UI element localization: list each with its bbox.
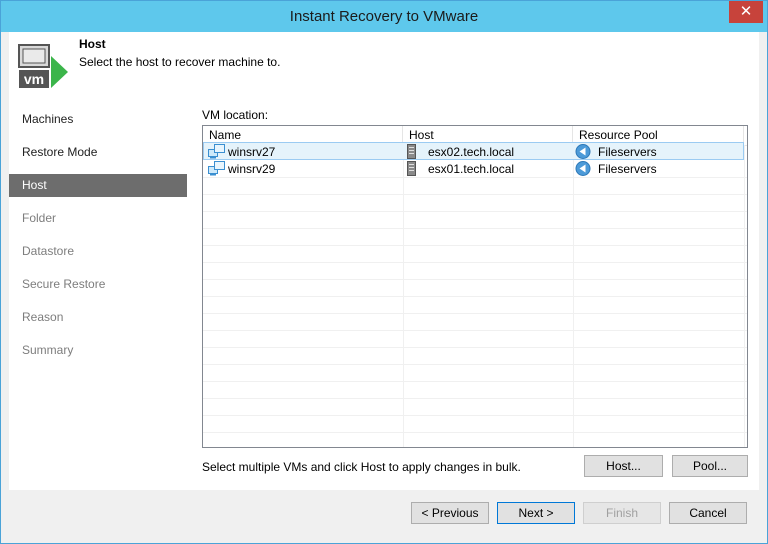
wizard-window: Instant Recovery to VMware ✕ vm Host Sel… [0,0,768,544]
bulk-hint-text: Select multiple VMs and click Host to ap… [202,460,521,474]
finish-button: Finish [583,502,661,524]
sidebar-item-datastore: Datastore [22,244,75,258]
sidebar-item-summary: Summary [22,343,74,357]
host-server-icon [407,144,416,159]
sidebar-item-machines[interactable]: Machines [9,108,187,131]
row-host: esx02.tech.local [428,145,515,159]
window-title: Instant Recovery to VMware [289,8,479,25]
wizard-steps-sidebar: Machines Restore Mode Host Folder Datast… [9,96,189,490]
host-server-icon [407,161,416,176]
page-subtitle: Select the host to recover machine to. [79,55,281,69]
sidebar-item-restore-mode[interactable]: Restore Mode [9,141,187,164]
host-button[interactable]: Host... [584,455,663,477]
row-name: winsrv29 [228,162,276,176]
row-host: esx01.tech.local [428,162,515,176]
vm-icon: vm [18,44,68,88]
close-button[interactable]: ✕ [729,1,763,23]
sidebar-item-host[interactable]: Host [9,174,187,197]
main-content: VM location: Name Host Resource Pool win… [189,96,759,490]
resource-pool-icon [575,161,591,176]
row-name: winsrv27 [228,145,276,159]
next-button[interactable]: Next > [497,502,575,524]
row-resource-pool: Fileservers [598,162,657,176]
vm-icon [208,144,225,159]
row-resource-pool: Fileservers [598,145,657,159]
vm-location-table[interactable]: Name Host Resource Pool winsrv27 esx02.t… [202,125,748,448]
previous-button[interactable]: < Previous [411,502,489,524]
vm-icon [208,161,225,176]
sidebar-item-folder: Folder [22,211,57,225]
svg-text:vm: vm [24,71,44,87]
close-icon: ✕ [739,3,753,20]
resource-pool-icon [575,144,591,159]
cancel-button[interactable]: Cancel [669,502,747,524]
page-title: Host [79,37,106,51]
vm-location-label: VM location: [202,108,269,122]
table-row[interactable]: winsrv27 esx02.tech.local Fileservers [203,142,744,160]
title-bar[interactable]: Instant Recovery to VMware ✕ [1,1,767,32]
sidebar-item-reason: Reason [22,310,64,324]
table-row[interactable]: winsrv29 esx01.tech.local Fileservers [203,160,744,178]
pool-button[interactable]: Pool... [672,455,748,477]
wizard-header: vm Host Select the host to recover machi… [9,32,759,96]
sidebar-item-secure-restore: Secure Restore [22,277,106,291]
